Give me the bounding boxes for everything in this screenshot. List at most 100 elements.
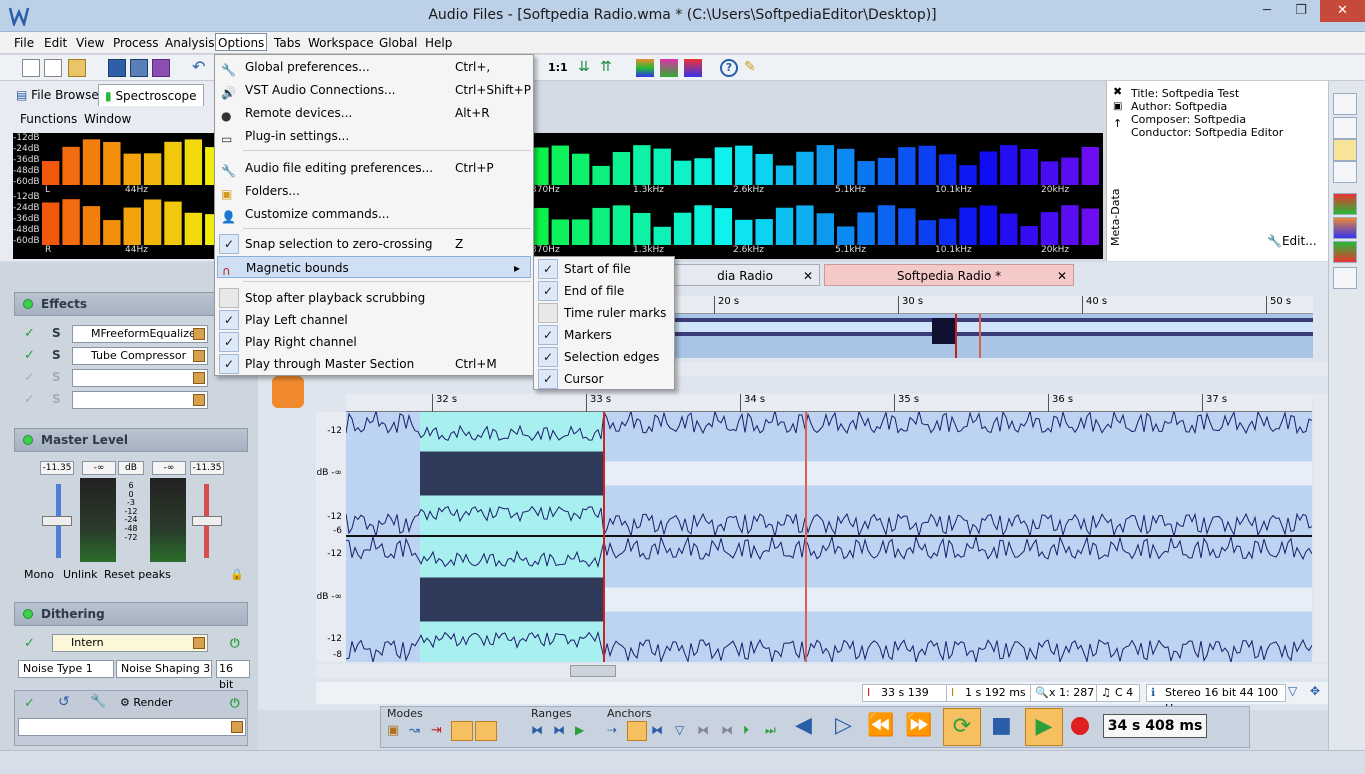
submenu-selection-edges[interactable]: ✓ Selection edges: [536, 346, 672, 368]
dither-power-icon[interactable]: ⏻: [230, 636, 240, 651]
effect-bypass-check[interactable]: ✓: [24, 392, 35, 407]
menu-file[interactable]: File: [12, 34, 36, 52]
save-all-icon[interactable]: [152, 59, 170, 77]
menu-workspace[interactable]: Workspace: [306, 34, 376, 52]
zoom-factor[interactable]: 🔍 x 1: 287: [1030, 684, 1102, 702]
submenu-start-of-file[interactable]: ✓ Start of file: [536, 258, 672, 280]
save-as-icon[interactable]: [130, 59, 148, 77]
effect-bypass-check[interactable]: ✓: [24, 326, 35, 341]
close-panel-icon[interactable]: ✖: [1113, 85, 1122, 98]
phase-scope-icon[interactable]: [1333, 241, 1357, 263]
dithering-header[interactable]: Dithering: [14, 602, 248, 626]
menu-global-preferences[interactable]: 🔧 Global preferences... Ctrl+,: [217, 56, 531, 78]
record-button[interactable]: [1071, 717, 1089, 735]
mono-button[interactable]: Mono: [24, 568, 54, 581]
undo-render-icon[interactable]: ↺: [58, 694, 70, 710]
undo-icon[interactable]: ↶: [192, 59, 210, 77]
left-fader-handle[interactable]: [42, 516, 72, 526]
menu-vst-connections[interactable]: 🔊 VST Audio Connections... Ctrl+Shift+P: [217, 79, 531, 101]
rewind-icon[interactable]: ⏪: [867, 713, 894, 738]
menu-folders[interactable]: ▣ Folders...: [217, 180, 531, 202]
render-slot[interactable]: [18, 718, 246, 736]
menu-process[interactable]: Process: [111, 34, 161, 52]
menu-audio-file-editing-preferences[interactable]: 🔧 Audio file editing preferences... Ctrl+P: [217, 157, 531, 179]
effect-slot-1[interactable]: MFreeformEqualizer: [72, 325, 208, 343]
close-button[interactable]: ✕: [1320, 0, 1365, 22]
anchor-3-icon[interactable]: ⧓: [651, 723, 663, 737]
file-browser-dock-icon[interactable]: [1333, 93, 1357, 115]
reset-peaks-button[interactable]: Reset peaks: [104, 568, 171, 581]
menu-options[interactable]: Options: [215, 33, 268, 51]
help-icon[interactable]: ?: [720, 59, 738, 77]
range-a-icon[interactable]: ⧓: [531, 723, 543, 737]
effect-bypass-check[interactable]: ✓: [24, 370, 35, 385]
level-meter-icon[interactable]: [1333, 193, 1357, 215]
spectroscope-dock-icon[interactable]: [1333, 217, 1357, 239]
lock-icon[interactable]: 🔒: [230, 568, 244, 581]
menu-play-through-master[interactable]: ✓ Play through Master Section Ctrl+M: [217, 353, 531, 375]
float-panel-icon[interactable]: ▣: [1113, 101, 1122, 112]
horizontal-scrollbar[interactable]: [316, 664, 1328, 678]
spectro-menu-window[interactable]: Window: [84, 112, 131, 126]
range-b-icon[interactable]: ⧓: [553, 723, 565, 737]
master-level-header[interactable]: Master Level: [14, 428, 248, 452]
effect-slot-3[interactable]: [72, 369, 208, 387]
effect-slot-2[interactable]: Tube Compressor: [72, 347, 208, 365]
minimize-button[interactable]: ─: [1250, 0, 1284, 22]
tab-softpedia-radio[interactable]: dia Radio ✕: [670, 264, 820, 286]
master-power-icon[interactable]: [23, 435, 33, 445]
menu-global[interactable]: Global: [377, 34, 419, 52]
range-play-icon[interactable]: ▶: [575, 723, 584, 737]
menu-edit[interactable]: Edit: [42, 34, 69, 52]
pitch-note[interactable]: ♫ C 4: [1096, 684, 1140, 702]
effects-power-icon[interactable]: [23, 299, 33, 309]
anchor-5-icon[interactable]: ⧓: [697, 723, 709, 737]
render-check[interactable]: ✓: [24, 696, 35, 711]
keyboard-icon[interactable]: [1333, 161, 1357, 183]
maximize-button[interactable]: ❐: [1284, 0, 1318, 22]
new-copy-icon[interactable]: [44, 59, 62, 77]
audio-format[interactable]: ℹStereo 16 bit 44 100 Hz: [1146, 684, 1286, 715]
submenu-cursor[interactable]: ✓ Cursor: [536, 368, 672, 390]
analysis-icon[interactable]: [684, 59, 702, 77]
zoom-in-icon[interactable]: ⇈: [600, 59, 618, 77]
tab-close-icon[interactable]: ✕: [803, 265, 813, 287]
dithering-power-icon[interactable]: [23, 609, 33, 619]
pin-panel-icon[interactable]: ↑: [1113, 117, 1122, 130]
mode-loop-button[interactable]: [451, 721, 473, 741]
submenu-time-ruler-marks[interactable]: Time ruler marks: [536, 302, 672, 324]
loop-button[interactable]: ⟳: [943, 708, 981, 746]
submenu-markers[interactable]: ✓ Markers: [536, 324, 672, 346]
tab-softpedia-radio-active[interactable]: Softpedia Radio * ✕: [824, 264, 1074, 286]
menu-view[interactable]: View: [74, 34, 106, 52]
anchor-8-icon[interactable]: ⏭: [765, 723, 776, 738]
spectrum-icon[interactable]: [636, 59, 654, 77]
right-fader-handle[interactable]: [192, 516, 222, 526]
effects-header[interactable]: Effects: [14, 292, 248, 316]
vertical-zoom-bar[interactable]: [1313, 394, 1328, 662]
menu-plugin-settings[interactable]: ▭ Plug-in settings...: [217, 125, 531, 147]
dither-bypass-check[interactable]: ✓: [24, 636, 35, 651]
save-icon[interactable]: [108, 59, 126, 77]
unlink-button[interactable]: Unlink: [63, 568, 97, 581]
previous-icon[interactable]: ◀: [795, 713, 812, 738]
spectro-menu-functions[interactable]: Functions: [20, 112, 77, 126]
anchor-4-icon[interactable]: ▽: [675, 723, 684, 737]
render-power-icon[interactable]: ⏻: [230, 696, 240, 711]
envelope-icon[interactable]: [1333, 117, 1357, 139]
settings-wrench-icon[interactable]: 🔧: [90, 694, 106, 709]
bit-meter-icon[interactable]: [1333, 267, 1357, 289]
open-folder-icon[interactable]: [68, 59, 86, 77]
dither-slot[interactable]: Intern: [52, 634, 208, 652]
tab-file-browser[interactable]: ▤ File Browser: [10, 84, 110, 106]
whats-this-icon[interactable]: ✎: [744, 59, 762, 77]
scroll-thumb[interactable]: [570, 665, 616, 677]
effect-solo-button[interactable]: S: [52, 326, 61, 340]
effect-solo-button[interactable]: S: [52, 370, 61, 384]
anchor-7-icon[interactable]: ⏵: [743, 723, 749, 738]
menu-play-right-channel[interactable]: ✓ Play Right channel: [217, 331, 531, 353]
move-icon[interactable]: ✥: [1310, 684, 1320, 698]
stop-icon[interactable]: ■: [991, 713, 1012, 738]
menu-customize-commands[interactable]: 👤 Customize commands...: [217, 203, 531, 225]
effect-solo-button[interactable]: S: [52, 392, 61, 406]
